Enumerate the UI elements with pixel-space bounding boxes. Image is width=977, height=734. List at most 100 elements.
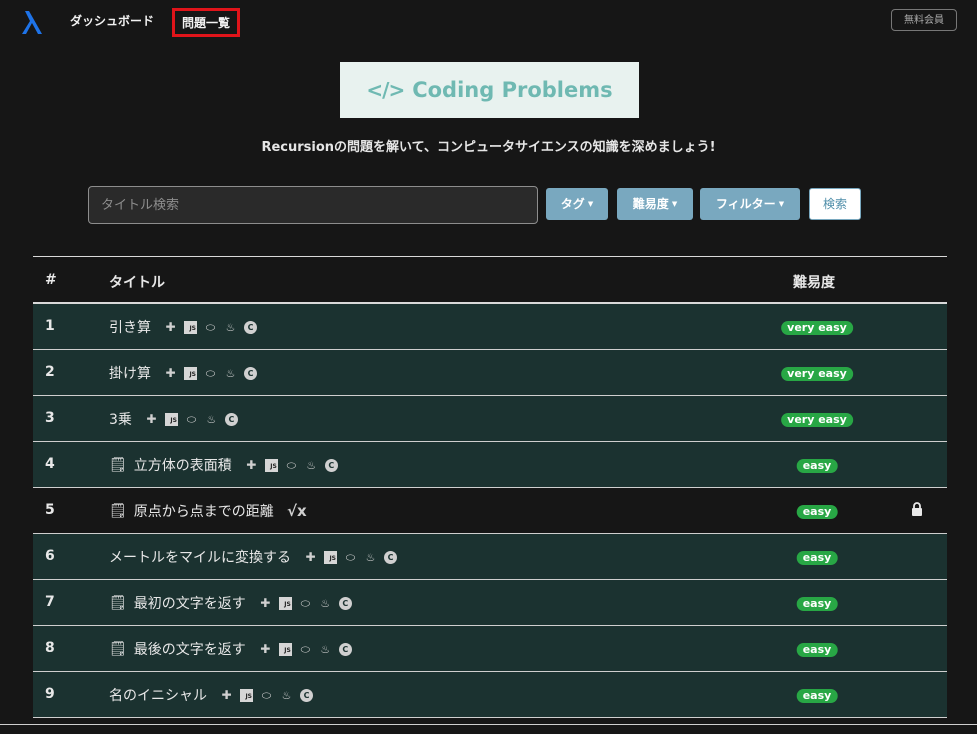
language-icons: √x xyxy=(286,501,307,520)
java-icon: ♨ xyxy=(306,458,317,472)
tag-dropdown-label: タグ xyxy=(560,197,585,211)
javascript-icon: JS xyxy=(240,688,253,702)
javascript-icon: JS xyxy=(184,320,197,334)
problem-title-link[interactable]: 3乗 ✚ JS ⬭ ♨ C xyxy=(109,409,238,429)
search-button[interactable]: 検索 xyxy=(809,188,861,220)
problem-title: 引き算 xyxy=(109,320,151,336)
sqrt-icon: √x xyxy=(286,501,307,520)
table-row[interactable]: 7 🗒 最初の文字を返す ✚ JS ⬭ ♨ Ceasy xyxy=(33,580,947,626)
problem-title-link[interactable]: 引き算 ✚ JS ⬭ ♨ C xyxy=(109,317,257,337)
row-number: 8 xyxy=(45,640,55,656)
problem-title: 最後の文字を返す xyxy=(133,642,246,658)
table-row[interactable]: 3 3乗 ✚ JS ⬭ ♨ Cvery easy xyxy=(33,396,947,442)
java-icon: ♨ xyxy=(320,642,331,656)
python-icon: ✚ xyxy=(260,641,271,656)
cpp-icon: C xyxy=(338,596,352,610)
problem-title-link[interactable]: メートルをマイルに変換する ✚ JS ⬭ ♨ C xyxy=(109,547,397,567)
filter-dropdown[interactable]: フィルター ▼ xyxy=(700,188,800,220)
row-number: 4 xyxy=(45,456,55,472)
problem-title-link[interactable]: 名のイニシャル ✚ JS ⬭ ♨ C xyxy=(109,685,313,705)
row-number: 3 xyxy=(45,410,55,426)
php-icon: ⬭ xyxy=(286,458,296,472)
cpp-icon: C xyxy=(338,642,352,656)
language-icons: ✚ JS ⬭ ♨ C xyxy=(145,411,238,426)
php-icon: ⬭ xyxy=(186,412,197,426)
python-icon: ✚ xyxy=(165,319,176,334)
javascript-icon: JS xyxy=(278,642,292,656)
cpp-icon: C xyxy=(244,366,257,380)
difficulty-badge: easy xyxy=(796,505,838,519)
difficulty-badge: easy xyxy=(796,459,838,473)
recursion-logo-icon[interactable] xyxy=(18,9,44,35)
cpp-icon: C xyxy=(224,412,238,426)
table-row[interactable]: 1 引き算 ✚ JS ⬭ ♨ Cvery easy xyxy=(33,304,947,350)
language-icons: ✚ JS ⬭ ♨ C xyxy=(164,365,257,380)
python-icon: ✚ xyxy=(165,365,176,380)
code-icon: </> xyxy=(366,78,405,102)
difficulty-badge: easy xyxy=(796,597,838,611)
memo-icon: 🗒 xyxy=(109,641,127,657)
row-number: 6 xyxy=(45,548,55,564)
java-icon: ♨ xyxy=(225,320,236,334)
lock-icon xyxy=(912,502,922,516)
problem-title: 原点から点までの距離 xyxy=(133,504,274,520)
table-row[interactable]: 6 メートルをマイルに変換する ✚ JS ⬭ ♨ Ceasy xyxy=(33,534,947,580)
problem-title-link[interactable]: 掛け算 ✚ JS ⬭ ♨ C xyxy=(109,363,257,383)
problem-title-link[interactable]: 🗒 最後の文字を返す ✚ JS ⬭ ♨ C xyxy=(109,639,352,659)
problem-title: 立方体の表面積 xyxy=(133,458,232,474)
table-row[interactable]: 9 名のイニシャル ✚ JS ⬭ ♨ Ceasy xyxy=(33,672,947,718)
php-icon: ⬭ xyxy=(261,688,272,702)
tag-dropdown[interactable]: タグ ▼ xyxy=(546,188,608,220)
row-number: 5 xyxy=(45,502,55,518)
memo-icon: 🗒 xyxy=(109,595,127,611)
problem-title: 掛け算 xyxy=(109,366,151,382)
python-icon: ✚ xyxy=(246,457,257,472)
difficulty-badge: easy xyxy=(796,551,838,565)
filter-dropdown-label: フィルター xyxy=(715,197,776,211)
problem-title: 名のイニシャル xyxy=(109,688,207,704)
row-number: 9 xyxy=(45,686,55,702)
language-icons: ✚ JS ⬭ ♨ C xyxy=(164,319,257,334)
cpp-icon: C xyxy=(300,688,313,702)
cpp-icon: C xyxy=(384,550,397,564)
java-icon: ♨ xyxy=(281,688,292,702)
javascript-icon: JS xyxy=(184,366,197,380)
header-difficulty[interactable]: 難易度 xyxy=(793,272,835,292)
nav-dashboard-link[interactable]: ダッシュボード xyxy=(70,12,154,29)
table-row[interactable]: 5 🗒 原点から点までの距離 √x easy xyxy=(33,488,947,534)
table-row[interactable]: 4 🗒 立方体の表面積 ✚ JS ⬭ ♨ Ceasy xyxy=(33,442,947,488)
page-subtitle: Recursionの問題を解いて、コンピュータサイエンスの知識を深めましょう! xyxy=(261,140,716,155)
top-nav: ダッシュボード 問題一覧 無料会員 xyxy=(0,0,977,44)
javascript-icon: JS xyxy=(164,412,178,426)
header-title: タイトル xyxy=(109,275,165,291)
language-icons: ✚ JS ⬭ ♨ C xyxy=(259,595,352,610)
python-icon: ✚ xyxy=(260,595,271,610)
difficulty-badge: easy xyxy=(796,689,838,703)
python-icon: ✚ xyxy=(221,687,232,702)
difficulty-dropdown[interactable]: 難易度 ▼ xyxy=(617,188,693,220)
php-icon: ⬭ xyxy=(300,596,310,610)
caret-down-icon: ▼ xyxy=(671,200,678,208)
row-number: 2 xyxy=(45,364,55,380)
python-icon: ✚ xyxy=(305,549,316,564)
nav-problems-link[interactable]: 問題一覧 xyxy=(172,8,241,37)
row-number: 7 xyxy=(45,594,55,610)
title-search-input[interactable] xyxy=(88,186,538,224)
python-icon: ✚ xyxy=(146,411,157,426)
free-member-button[interactable]: 無料会員 xyxy=(891,9,957,31)
table-row[interactable]: 8 🗒 最後の文字を返す ✚ JS ⬭ ♨ Ceasy xyxy=(33,626,947,672)
problem-title-link[interactable]: 🗒 最初の文字を返す ✚ JS ⬭ ♨ C xyxy=(109,593,352,613)
language-icons: ✚ JS ⬭ ♨ C xyxy=(245,457,338,472)
javascript-icon: JS xyxy=(278,596,292,610)
cpp-icon: C xyxy=(324,458,338,472)
javascript-icon: JS xyxy=(324,550,337,564)
problem-title-link[interactable]: 🗒 原点から点までの距離 √x xyxy=(109,501,307,521)
php-icon: ⬭ xyxy=(205,366,216,380)
table-row[interactable]: 2 掛け算 ✚ JS ⬭ ♨ Cvery easy xyxy=(33,350,947,396)
difficulty-dropdown-label: 難易度 xyxy=(632,197,669,211)
java-icon: ♨ xyxy=(206,412,217,426)
problem-table: # タイトル 難易度 1 引き算 ✚ JS ⬭ ♨ Cvery easy 2 掛け算 ✚ JS ⬭ ♨ C… xyxy=(33,256,947,718)
java-icon: ♨ xyxy=(365,550,376,564)
memo-icon: 🗒 xyxy=(109,457,127,473)
problem-title-link[interactable]: 🗒 立方体の表面積 ✚ JS ⬭ ♨ C xyxy=(109,455,338,475)
